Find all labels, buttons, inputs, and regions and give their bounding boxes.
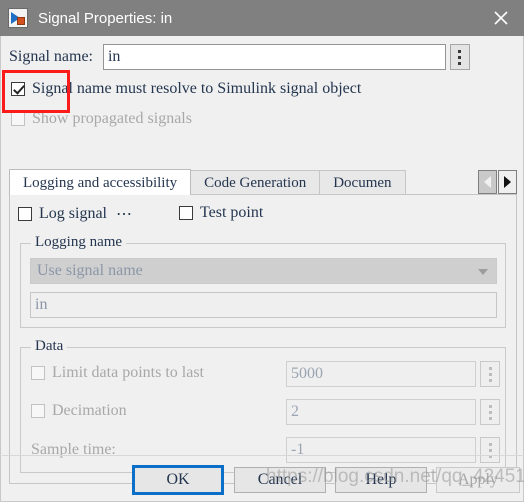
logging-name-input[interactable]	[30, 292, 497, 318]
chevron-down-icon	[478, 269, 488, 275]
tab-content-logging: Log signal ⋯ Test point Logging name Use…	[9, 194, 517, 484]
signal-name-browse-button[interactable]	[449, 44, 470, 70]
log-signal-label: Log signal	[39, 205, 107, 222]
tab-documentation[interactable]: Documen	[319, 170, 406, 195]
propagated-checkbox	[11, 112, 25, 126]
log-signal-row[interactable]: Log signal ⋯	[18, 204, 133, 224]
logging-name-mode-value: Use signal name	[37, 262, 143, 279]
tab-code-generation[interactable]: Code Generation	[190, 170, 321, 195]
signal-name-label: Signal name:	[9, 48, 93, 65]
decimation-input	[286, 399, 476, 425]
cancel-button[interactable]: Cancel	[234, 467, 326, 493]
tab-strip: Logging and accessibility Code Generatio…	[9, 169, 517, 195]
decimation-checkbox	[31, 404, 45, 418]
decimation-row: Decimation	[31, 402, 127, 420]
ok-button[interactable]: OK	[132, 465, 224, 495]
window-title: Signal Properties: in	[38, 9, 173, 27]
apply-button: Apply	[436, 467, 520, 493]
resolve-checkbox-row[interactable]: Signal name must resolve to Simulink sig…	[11, 80, 361, 98]
title-bar: Signal Properties: in	[0, 0, 524, 36]
close-icon[interactable]	[478, 0, 524, 36]
log-signal-checkbox[interactable]	[18, 207, 32, 221]
resolve-checkbox[interactable]	[11, 82, 25, 96]
tab-scroll-controls	[477, 169, 517, 195]
limit-data-points-row: Limit data points to last	[31, 364, 204, 382]
test-point-label: Test point	[200, 204, 264, 221]
test-point-checkbox[interactable]	[179, 206, 193, 220]
signal-properties-dialog: Signal Properties: in Signal name: Signa…	[0, 0, 524, 502]
dialog-body: Signal name: Signal name must resolve to…	[0, 36, 524, 502]
scroll-right-icon[interactable]	[498, 170, 517, 194]
logging-name-group: Logging name Use signal name	[20, 234, 506, 328]
logging-name-mode-select[interactable]: Use signal name	[30, 258, 497, 284]
propagated-checkbox-row: Show propagated signals	[11, 110, 192, 128]
log-signal-more-button[interactable]: ⋯	[116, 204, 133, 224]
limit-data-points-stepper	[480, 361, 500, 387]
scroll-left-icon[interactable]	[478, 170, 497, 194]
help-button[interactable]: Help	[335, 467, 427, 493]
limit-data-points-label: Limit data points to last	[52, 364, 204, 381]
signal-name-input[interactable]	[102, 44, 446, 70]
test-point-row[interactable]: Test point	[179, 204, 263, 222]
decimation-stepper	[480, 399, 500, 425]
logging-name-group-title: Logging name	[31, 234, 127, 251]
tab-logging-and-accessibility[interactable]: Logging and accessibility	[9, 169, 192, 195]
propagated-checkbox-label: Show propagated signals	[32, 110, 192, 127]
decimation-label: Decimation	[52, 402, 127, 419]
data-group-title: Data	[31, 338, 68, 355]
simulink-signal-icon	[8, 8, 28, 28]
resolve-checkbox-label: Signal name must resolve to Simulink sig…	[32, 80, 362, 97]
limit-data-points-checkbox	[31, 366, 45, 380]
dialog-footer: OK Cancel Help Apply	[2, 455, 524, 501]
limit-data-points-input	[286, 361, 476, 387]
signal-name-row: Signal name:	[9, 44, 517, 70]
tab-panel: Logging and accessibility Code Generatio…	[9, 169, 517, 484]
